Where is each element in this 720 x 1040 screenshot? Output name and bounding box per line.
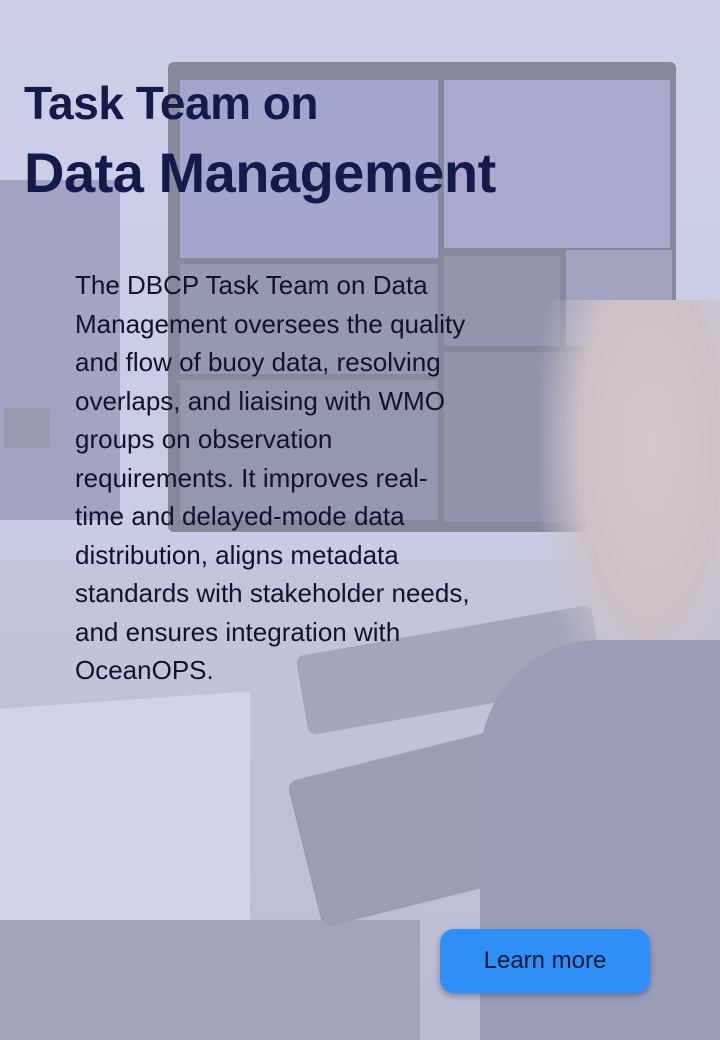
page-title-line1: Task Team on [24, 77, 318, 129]
page-title-line2: Data Management [24, 141, 496, 204]
learn-more-button[interactable]: Learn more [440, 929, 650, 993]
info-card: Task Team on Data Management The DBCP Ta… [0, 0, 720, 1040]
description-text: The DBCP Task Team on Data Management ov… [75, 270, 470, 685]
